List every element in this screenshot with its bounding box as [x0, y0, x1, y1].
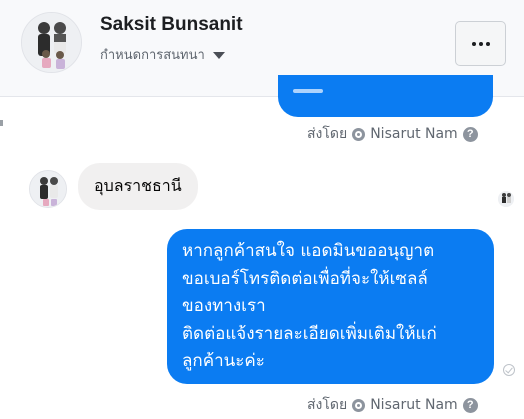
sent-by-prefix: ส่งโดย: [307, 126, 348, 142]
more-options-button[interactable]: [455, 21, 506, 66]
outgoing-message-bubble[interactable]: หากลูกค้าสนใจ แอดมินขออนุญาต ขอเบอร์โทรต…: [167, 229, 494, 384]
delivered-check-icon: [503, 364, 515, 376]
message-line: ติดต่อแจ้งรายละเอียดเพิ่มเติมให้แก่: [182, 323, 437, 344]
sender-ring-icon: [352, 398, 366, 412]
sender-ring-icon: [352, 127, 366, 141]
chat-settings-label: กำหนดการสนทนา: [100, 48, 205, 63]
help-icon[interactable]: ?: [462, 397, 478, 413]
sent-by-prefix: ส่งโดย: [307, 397, 348, 413]
message-line: ของทางเรา: [182, 296, 266, 316]
contact-name[interactable]: Saksit Bunsanit: [100, 14, 243, 36]
sender-name[interactable]: Nisarut Nam: [370, 126, 458, 142]
message-line: ขอเบอร์โทรติดต่อเพื่อที่จะให้เซลล์: [182, 268, 428, 289]
contact-avatar[interactable]: [21, 12, 82, 73]
more-dots-icon: [471, 41, 476, 46]
sent-by-info-bottom: ส่งโดย Nisarut Nam ?: [307, 394, 478, 416]
help-icon[interactable]: ?: [462, 126, 478, 142]
sent-by-info-top: ส่งโดย Nisarut Nam ?: [307, 123, 478, 145]
caret-down-icon: [212, 52, 225, 59]
sender-name[interactable]: Nisarut Nam: [370, 397, 458, 413]
message-line: ลูกค้านะค่ะ: [182, 351, 265, 371]
seen-avatar-icon: [498, 191, 514, 207]
chat-settings-dropdown[interactable]: กำหนดการสนทนา: [100, 44, 225, 65]
incoming-message-bubble[interactable]: อุบลราชธานี: [78, 163, 198, 210]
outgoing-message-bubble-previous[interactable]: [278, 75, 493, 117]
scroll-edge-marker: [0, 120, 3, 126]
message-line: หากลูกค้าสนใจ แอดมินขออนุญาต: [182, 241, 435, 261]
incoming-sender-avatar[interactable]: [29, 170, 67, 208]
